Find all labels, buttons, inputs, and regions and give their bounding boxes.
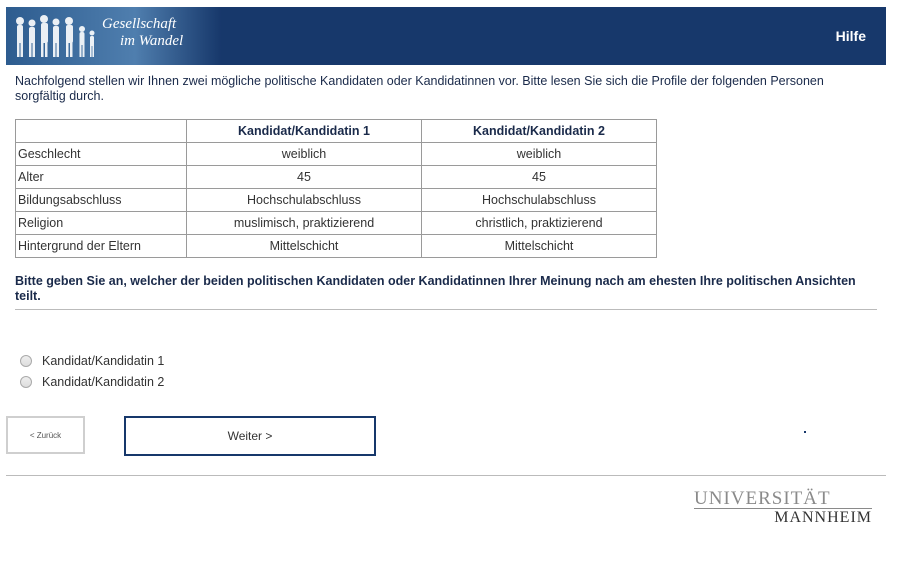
row-attribute-label: Hintergrund der Eltern (15, 234, 187, 258)
help-link[interactable]: Hilfe (836, 28, 866, 44)
candidate-2-value: Hochschulabschluss (421, 188, 657, 212)
table-header-row: Kandidat/Kandidatin 1 Kandidat/Kandidati… (15, 119, 657, 143)
row-attribute-label: Geschlecht (15, 142, 187, 166)
radio-button[interactable] (20, 376, 32, 388)
table-header-candidate-2: Kandidat/Kandidatin 2 (421, 119, 657, 143)
question-text: Bitte geben Sie an, welcher der beiden p… (15, 274, 856, 303)
logo-title-line1: Gesellschaft (102, 16, 177, 32)
uni-logo-line2: MANNHEIM (694, 508, 872, 526)
candidate-1-value: Hochschulabschluss (186, 188, 422, 212)
table-header-empty (15, 119, 187, 143)
question-divider (15, 309, 877, 310)
table-row: Hintergrund der Eltern Mittelschicht Mit… (15, 234, 657, 258)
option-candidate-2[interactable]: Kandidat/Kandidatin 2 (20, 375, 164, 389)
table-row: Alter 45 45 (15, 165, 657, 189)
footer-divider (6, 475, 886, 476)
table-header-candidate-1: Kandidat/Kandidatin 1 (186, 119, 422, 143)
candidate-profile-table: Kandidat/Kandidatin 1 Kandidat/Kandidati… (15, 119, 657, 258)
row-attribute-label: Bildungsabschluss (15, 188, 187, 212)
option-label[interactable]: Kandidat/Kandidatin 2 (42, 375, 164, 389)
candidate-1-value: muslimisch, praktizierend (186, 211, 422, 235)
candidate-2-value: weiblich (421, 142, 657, 166)
candidate-1-value: 45 (186, 165, 422, 189)
radio-button[interactable] (20, 355, 32, 367)
row-attribute-label: Alter (15, 165, 187, 189)
table-row: Religion muslimisch, praktizierend chris… (15, 211, 657, 235)
table-row: Geschlecht weiblich weiblich (15, 142, 657, 166)
decorative-dot (804, 431, 806, 433)
uni-logo-line1: UNIVERSITÄT (694, 488, 831, 509)
table-row: Bildungsabschluss Hochschulabschluss Hoc… (15, 188, 657, 212)
row-attribute-label: Religion (15, 211, 187, 235)
universitaet-mannheim-logo: UNIVERSITÄT MANNHEIM (694, 489, 872, 526)
candidate-1-value: Mittelschicht (186, 234, 422, 258)
candidate-2-value: christlich, praktizierend (421, 211, 657, 235)
option-candidate-1[interactable]: Kandidat/Kandidatin 1 (20, 354, 164, 368)
candidate-1-value: weiblich (186, 142, 422, 166)
candidate-2-value: 45 (421, 165, 657, 189)
candidate-2-value: Mittelschicht (421, 234, 657, 258)
people-silhouettes-icon (16, 15, 95, 57)
gesellschaft-im-wandel-logo: Gesellschaft im Wandel (6, 7, 221, 65)
next-button[interactable]: Weiter > (124, 416, 376, 456)
header-bar: Gesellschaft im Wandel Hilfe (6, 7, 886, 65)
back-button[interactable]: < Zurück (6, 416, 85, 454)
logo-title-line2: im Wandel (120, 33, 184, 49)
intro-text: Nachfolgend stellen wir Ihnen zwei mögli… (15, 74, 824, 103)
option-label[interactable]: Kandidat/Kandidatin 1 (42, 354, 164, 368)
